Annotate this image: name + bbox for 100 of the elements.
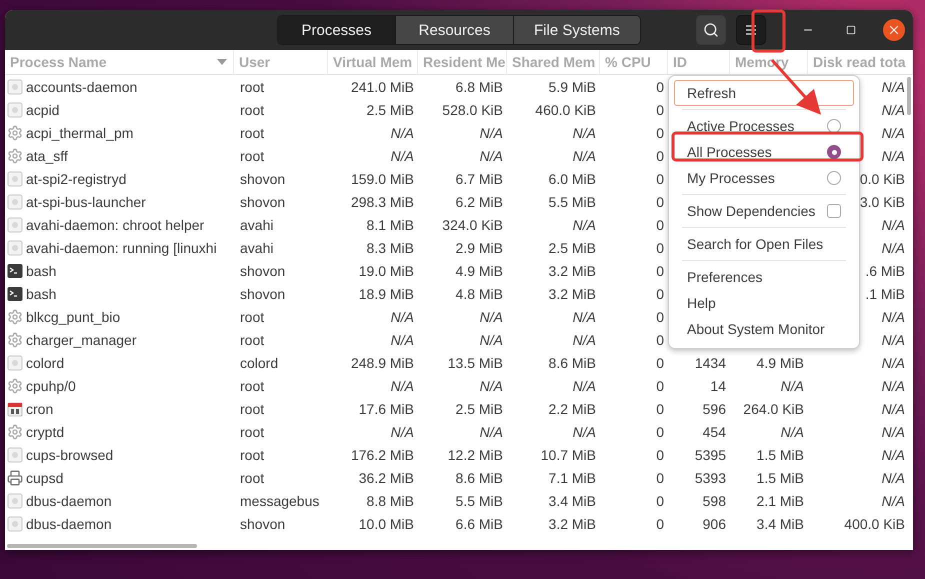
table-cell: 1434 xyxy=(694,354,726,370)
user-cell-text: avahi xyxy=(239,238,274,258)
process-name: acpid xyxy=(26,102,60,118)
radio-button[interactable] xyxy=(827,145,841,159)
maximize-icon xyxy=(846,25,856,35)
table-cell: .6 MiB xyxy=(865,262,905,278)
search-icon xyxy=(703,22,719,38)
process-name: charger_manager xyxy=(26,332,137,348)
process-name: dbus-daemon xyxy=(26,492,112,508)
table-cell: 6.0 MiB xyxy=(548,170,596,186)
table-cell: 0 xyxy=(656,102,664,118)
table-cell: 0 xyxy=(656,378,664,394)
user-cell-text: root xyxy=(239,308,266,326)
table-cell: 2.5 MiB xyxy=(456,400,503,416)
sort-caret-icon xyxy=(217,59,227,65)
table-cell: 0 xyxy=(656,446,664,462)
process-icon xyxy=(7,102,23,118)
table-cell: N/A xyxy=(572,424,596,440)
process-name: cups-browsed xyxy=(26,446,114,462)
table-cell: 4.8 MiB xyxy=(456,286,503,302)
table-cell: N/A xyxy=(390,124,414,140)
table-cell: 6.7 MiB xyxy=(456,170,503,186)
menu-icon xyxy=(745,25,757,35)
view-tab[interactable]: Resources xyxy=(396,16,514,44)
table-cell: 0 xyxy=(656,194,664,210)
gear-icon xyxy=(7,308,23,324)
table-cell: 454 xyxy=(702,424,726,440)
table-cell: 8.3 MiB xyxy=(366,240,414,256)
table-cell: N/A xyxy=(882,308,905,324)
table-cell: N/A xyxy=(882,470,905,486)
menu-item[interactable]: Refresh xyxy=(674,80,854,106)
view-tab[interactable]: Processes xyxy=(278,16,396,44)
table-cell: 0 xyxy=(656,216,664,232)
table-cell: 13.5 MiB xyxy=(448,354,503,370)
table-cell: 159.0 MiB xyxy=(350,170,414,186)
calendar-icon xyxy=(7,400,23,416)
process-name: cupsd xyxy=(26,470,64,486)
table-cell: 5.5 MiB xyxy=(456,492,503,508)
process-name: ata_sff xyxy=(26,148,68,164)
table-cell: 7.1 MiB xyxy=(548,470,596,486)
search-button[interactable] xyxy=(696,15,726,45)
table-cell: N/A xyxy=(882,354,905,370)
user-cell-text: avahi xyxy=(239,216,274,234)
process-icon xyxy=(7,194,23,210)
checkbox[interactable] xyxy=(827,204,841,218)
table-cell: 241.0 MiB xyxy=(350,78,414,94)
scrollbar[interactable] xyxy=(7,544,197,548)
table-cell: 0 xyxy=(656,262,664,278)
table-cell: 0 xyxy=(656,470,664,486)
table-cell: 0 xyxy=(656,240,664,256)
process-name: cron xyxy=(26,400,54,416)
process-icon xyxy=(7,240,23,256)
table-cell: N/A xyxy=(390,308,414,324)
view-tab[interactable]: File Systems xyxy=(514,16,640,44)
process-icon xyxy=(7,354,23,370)
table-cell: 6.6 MiB xyxy=(456,516,503,532)
table-cell: 0 xyxy=(656,148,664,164)
table-cell: 10.7 MiB xyxy=(540,446,596,462)
process-name: at-spi2-registryd xyxy=(26,170,126,186)
gear-icon xyxy=(7,332,23,348)
process-icon xyxy=(7,216,23,232)
process-name: bash xyxy=(26,286,56,302)
table-cell: 906 xyxy=(702,516,726,532)
radio-button[interactable] xyxy=(827,171,841,185)
process-name: at-spi-bus-launcher xyxy=(26,194,146,210)
gear-icon xyxy=(7,378,23,394)
user-cell-text: root xyxy=(239,124,266,142)
menu-button[interactable] xyxy=(736,15,766,45)
table-cell: 5.5 MiB xyxy=(548,194,596,210)
table-cell: N/A xyxy=(882,102,905,118)
scrollbar[interactable] xyxy=(907,77,911,115)
close-button[interactable] xyxy=(883,19,905,41)
table-cell: 4.9 MiB xyxy=(456,262,503,278)
table-cell: N/A xyxy=(882,240,905,256)
table-cell: 528.0 KiB xyxy=(442,102,503,118)
user-cell-text: shovon xyxy=(239,284,286,304)
table-cell: N/A xyxy=(882,332,905,348)
table-cell: 176.2 MiB xyxy=(350,446,414,462)
process-icon xyxy=(7,516,23,532)
table-cell: N/A xyxy=(780,378,804,394)
table-cell: N/A xyxy=(480,148,503,164)
user-cell-text: root xyxy=(239,422,266,442)
user-cell-text: root xyxy=(239,376,266,396)
user-cell-text: root xyxy=(239,78,266,96)
table-cell: N/A xyxy=(572,216,596,232)
table-cell: N/A xyxy=(390,424,414,440)
table-cell: 2.9 MiB xyxy=(456,240,503,256)
table-cell: N/A xyxy=(882,492,905,508)
table-cell: N/A xyxy=(882,124,905,140)
table-cell: N/A xyxy=(572,332,596,348)
table-cell: 0 xyxy=(656,354,664,370)
process-name: accounts-daemon xyxy=(26,78,138,94)
table-cell: N/A xyxy=(390,378,414,394)
table-cell: 596 xyxy=(702,400,726,416)
process-name: bash xyxy=(26,262,56,278)
table-cell: 598 xyxy=(702,492,726,508)
table-cell: 460.0 KiB xyxy=(535,102,596,118)
highlight-frame xyxy=(752,10,786,52)
radio-button[interactable] xyxy=(827,119,841,133)
table-cell: 18.9 MiB xyxy=(358,286,414,302)
